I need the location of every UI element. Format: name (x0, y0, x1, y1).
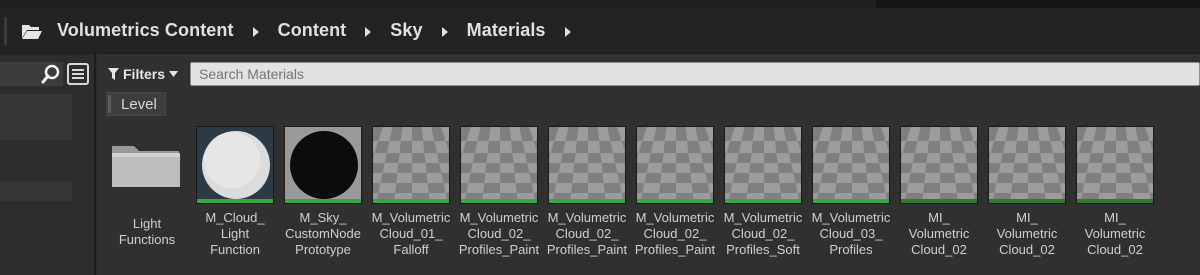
filters-button[interactable]: Filters (108, 62, 179, 86)
asset-type-stripe (1077, 199, 1153, 203)
asset-tile[interactable]: M_Cloud_ Light Function (196, 126, 274, 275)
asset-tile[interactable]: M_Sky_ CustomNode Prototype (284, 126, 362, 275)
folder-open-icon (22, 24, 42, 39)
breadcrumb-arrow-icon[interactable] (252, 26, 260, 37)
tab-area (0, 0, 876, 8)
level-filter-chip[interactable]: Level (106, 92, 166, 116)
breadcrumb-item-content[interactable]: Content (278, 20, 347, 41)
material-thumbnail (548, 126, 626, 204)
breadcrumb-item-volumetrics-content[interactable]: Volumetrics Content (57, 20, 234, 41)
list-view-icon[interactable] (66, 62, 90, 86)
material-thumbnail (812, 126, 890, 204)
asset-type-stripe (813, 199, 889, 203)
asset-type-stripe (285, 199, 361, 203)
asset-label: M_Volumetric Cloud_02_ Profiles_Soft (723, 210, 803, 257)
asset-label: M_Volumetric Cloud_03_ Profiles (811, 210, 891, 257)
asset-tile[interactable]: M_Volumetric Cloud_02_ Profiles_Paint (459, 126, 539, 275)
asset-label: MI_ Volumetric Cloud_02 (1084, 210, 1146, 257)
folder-tree-item[interactable] (0, 94, 72, 140)
filter-icon (108, 68, 119, 80)
asset-type-stripe (989, 199, 1065, 203)
asset-type-stripe (549, 199, 625, 203)
asset-tile[interactable]: MI_ Volumetric Cloud_02 (1076, 126, 1154, 275)
material-thumbnail (1076, 126, 1154, 204)
asset-label: M_Volumetric Cloud_02_ Profiles_Paint (458, 210, 540, 257)
asset-type-stripe (637, 199, 713, 203)
top-tab-strip (0, 0, 1200, 8)
breadcrumb-arrow-icon[interactable] (441, 26, 449, 37)
asset-label: M_Volumetric Cloud_02_ Profiles_Paint (634, 210, 716, 257)
asset-label: M_Volumetric Cloud_02_ Profiles_Paint (546, 210, 628, 257)
asset-tile[interactable]: MI_ Volumetric Cloud_02 (988, 126, 1066, 275)
material-thumbnail (460, 126, 538, 204)
asset-view: Filters Level Light Functions M_Cloud_ Li… (98, 54, 1200, 275)
asset-tile[interactable]: M_Volumetric Cloud_02_ Profiles_Paint (547, 126, 627, 275)
breadcrumb: Volumetrics Content Content Sky Material… (0, 8, 1200, 54)
asset-type-stripe (197, 199, 273, 203)
material-thumbnail (724, 126, 802, 204)
material-thumbnail (988, 126, 1066, 204)
asset-tile[interactable]: M_Volumetric Cloud_01_ Falloff (372, 126, 450, 275)
asset-tile[interactable]: MI_ Volumetric Cloud_02 (900, 126, 978, 275)
search-input[interactable] (190, 62, 1200, 86)
asset-label: M_Cloud_ Light Function (205, 210, 265, 257)
filters-label: Filters (123, 66, 166, 82)
asset-type-stripe (373, 199, 449, 203)
asset-tile[interactable]: M_Volumetric Cloud_02_ Profiles_Paint (635, 126, 715, 275)
material-thumbnail (284, 126, 362, 204)
breadcrumb-item-sky[interactable]: Sky (390, 20, 422, 41)
breadcrumb-arrow-icon[interactable] (364, 26, 372, 37)
breadcrumb-arrow-icon[interactable] (564, 26, 572, 37)
material-thumbnail (636, 126, 714, 204)
material-thumbnail (196, 126, 274, 204)
drag-grip[interactable] (4, 16, 7, 45)
asset-label: MI_ Volumetric Cloud_02 (908, 210, 970, 257)
folder-icon (108, 126, 186, 204)
folder-tile[interactable]: Light Functions (108, 126, 186, 275)
asset-tile[interactable]: M_Volumetric Cloud_02_ Profiles_Soft (724, 126, 802, 275)
search-icon[interactable] (41, 64, 61, 84)
material-thumbnail (900, 126, 978, 204)
asset-type-stripe (461, 199, 537, 203)
folder-tree-item[interactable] (0, 181, 72, 201)
asset-tile[interactable]: M_Volumetric Cloud_03_ Profiles (812, 126, 890, 275)
material-thumbnail (372, 126, 450, 204)
asset-label: MI_ Volumetric Cloud_02 (996, 210, 1058, 257)
asset-type-stripe (725, 199, 801, 203)
asset-label: M_Sky_ CustomNode Prototype (285, 210, 361, 257)
asset-label: Light Functions (118, 216, 176, 247)
asset-type-stripe (901, 199, 977, 203)
breadcrumb-item-materials[interactable]: Materials (467, 20, 546, 41)
asset-label: M_Volumetric Cloud_01_ Falloff (371, 210, 451, 257)
chevron-down-icon (169, 71, 179, 77)
sources-panel (0, 54, 96, 275)
